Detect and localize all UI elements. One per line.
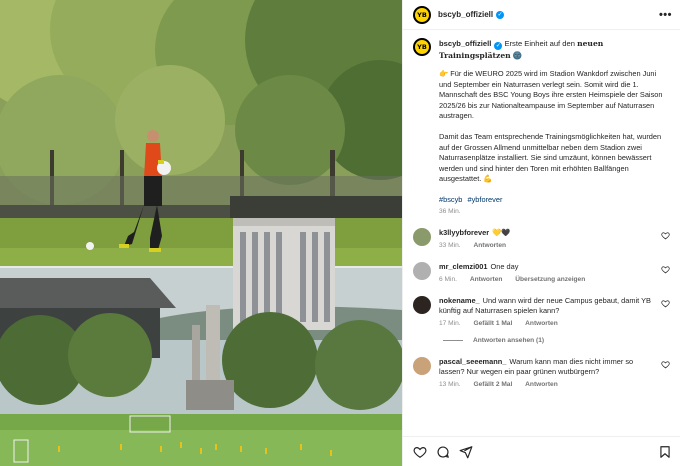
comments-scroll[interactable]: YB bscyb_offiziell ✓ Erste Einheit auf de… bbox=[403, 30, 680, 436]
comment-item: k3llyybforever 💛🖤 33 Min. Antworten bbox=[413, 227, 670, 249]
post-sidebar: YB bscyb_offiziell ✓ ••• YB bscyb_offizi… bbox=[402, 0, 680, 466]
more-icon[interactable]: ••• bbox=[659, 9, 672, 21]
share-icon[interactable] bbox=[459, 445, 473, 459]
hashtag-link[interactable]: #bscyb bbox=[439, 195, 462, 204]
caption: YB bscyb_offiziell ✓ Erste Einheit auf de… bbox=[413, 38, 670, 215]
reply-button[interactable]: Antworten bbox=[470, 276, 503, 283]
comment-username[interactable]: pascal_seeemann_ bbox=[439, 357, 506, 366]
comment-body: mr_clemzi001 One day 6 Min. Antworten Übe… bbox=[439, 262, 670, 283]
avatar-logo: YB bbox=[415, 40, 429, 54]
author-avatar[interactable]: YB bbox=[413, 5, 431, 24]
comment-avatar[interactable] bbox=[413, 356, 431, 375]
comment-time: 13 Min. bbox=[439, 380, 461, 388]
likes-count[interactable]: Gefällt 1 Mal bbox=[473, 320, 512, 327]
avatar-logo: YB bbox=[415, 7, 429, 22]
comment-time: 6 Min. bbox=[439, 275, 457, 283]
caption-avatar[interactable]: YB bbox=[413, 38, 431, 56]
comment-text: pascal_seeemann_ Warum kann man dies nich… bbox=[439, 357, 656, 377]
caption-paragraph-2: Damit das Team entsprechende Trainingsmö… bbox=[439, 131, 662, 184]
replies-divider bbox=[443, 339, 463, 341]
comment-item: nokename_ Und wann wird der neue Campus g… bbox=[413, 295, 670, 327]
comment-text: mr_clemzi001 One day bbox=[439, 262, 656, 272]
action-bar bbox=[403, 436, 680, 466]
comment-text: k3llyybforever 💛🖤 bbox=[439, 228, 656, 238]
heart-icon[interactable] bbox=[661, 231, 670, 240]
post-image[interactable] bbox=[0, 0, 402, 466]
view-replies-button[interactable]: Antworten ansehen (1) bbox=[443, 337, 670, 344]
author-username[interactable]: bscyb_offiziell bbox=[438, 10, 493, 19]
heart-icon[interactable] bbox=[413, 445, 427, 459]
reply-button[interactable]: Antworten bbox=[525, 381, 558, 388]
caption-body: bscyb_offiziell ✓ Erste Einheit auf den n… bbox=[439, 38, 670, 215]
heart-icon[interactable] bbox=[661, 360, 670, 369]
comment-body: pascal_seeemann_ Warum kann man dies nich… bbox=[439, 357, 670, 388]
comment-item: mr_clemzi001 One day 6 Min. Antworten Übe… bbox=[413, 261, 670, 283]
caption-username[interactable]: bscyb_offiziell bbox=[439, 39, 491, 48]
post-header: YB bscyb_offiziell ✓ ••• bbox=[403, 0, 680, 30]
hashtag-link[interactable]: #ybforever bbox=[467, 195, 502, 204]
comment-item: pascal_seeemann_ Warum kann man dies nich… bbox=[413, 356, 670, 388]
view-replies-label: Antworten ansehen (1) bbox=[473, 336, 545, 344]
caption-time: 36 Min. bbox=[439, 207, 461, 215]
comment-meta: 33 Min. Antworten bbox=[439, 242, 656, 249]
verified-icon: ✓ bbox=[494, 42, 503, 50]
reply-button[interactable]: Antworten bbox=[525, 320, 558, 327]
comment-time: 17 Min. bbox=[439, 319, 461, 327]
verified-icon: ✓ bbox=[496, 10, 505, 19]
reply-button[interactable]: Antworten bbox=[473, 242, 506, 249]
comment-text: nokename_ Und wann wird der neue Campus g… bbox=[439, 296, 656, 316]
comment-avatar[interactable] bbox=[413, 227, 431, 246]
comment-username[interactable]: k3llyybforever bbox=[439, 228, 489, 237]
likes-count[interactable]: Gefällt 2 Mal bbox=[473, 381, 512, 388]
caption-emoji: 🌚 bbox=[512, 51, 523, 60]
hashtags: #bscyb #ybforever bbox=[439, 195, 670, 205]
caption-paragraph-1: 👉 Für die WEURO 2025 wird im Stadion Wan… bbox=[439, 69, 663, 121]
post-image-drawing bbox=[0, 0, 402, 466]
translate-button[interactable]: Übersetzung anzeigen bbox=[515, 276, 585, 283]
save-icon[interactable] bbox=[658, 445, 672, 459]
comment-content: 💛🖤 bbox=[492, 227, 511, 237]
comment-time: 33 Min. bbox=[439, 241, 461, 249]
caption-intro: Erste Einheit auf den bbox=[504, 39, 575, 48]
comment-avatar[interactable] bbox=[413, 295, 431, 314]
comment-content: One day bbox=[490, 261, 519, 271]
caption-heading: bscyb_offiziell ✓ Erste Einheit auf den n… bbox=[439, 38, 670, 61]
heart-icon[interactable] bbox=[661, 265, 670, 274]
comment-meta: 13 Min. Gefällt 2 Mal Antworten bbox=[439, 381, 656, 388]
comment-meta: 6 Min. Antworten Übersetzung anzeigen bbox=[439, 276, 656, 283]
comment-username[interactable]: mr_clemzi001 bbox=[439, 262, 487, 271]
comment-meta: 17 Min. Gefällt 1 Mal Antworten bbox=[439, 320, 656, 327]
comment-username[interactable]: nokename_ bbox=[439, 296, 480, 305]
comment-icon[interactable] bbox=[436, 445, 450, 459]
comment-body: k3llyybforever 💛🖤 33 Min. Antworten bbox=[439, 228, 670, 249]
heart-icon[interactable] bbox=[661, 299, 670, 308]
comment-body: nokename_ Und wann wird der neue Campus g… bbox=[439, 296, 670, 327]
comment-avatar[interactable] bbox=[413, 261, 431, 280]
